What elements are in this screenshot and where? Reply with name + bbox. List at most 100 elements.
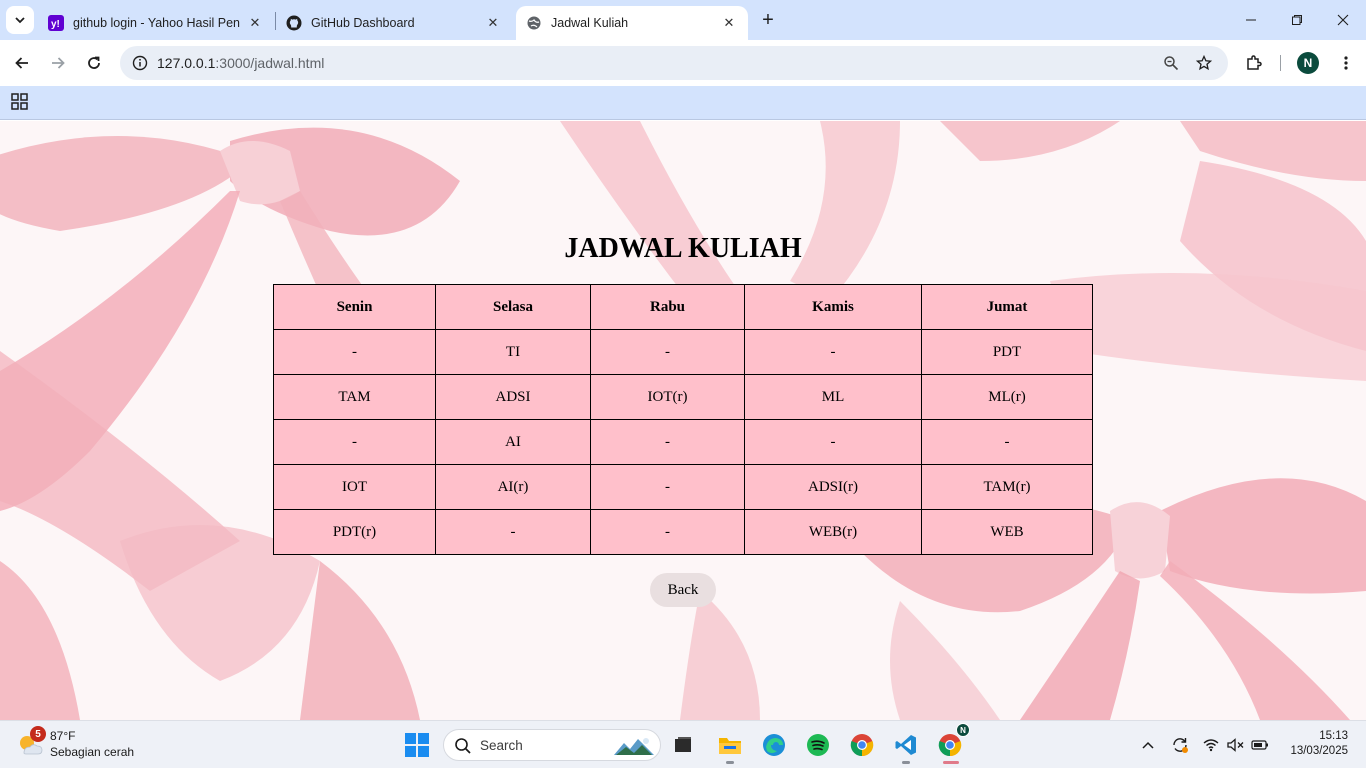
taskbar-search[interactable]: Search	[443, 729, 661, 761]
running-indicator	[902, 761, 910, 764]
running-indicator	[726, 761, 734, 764]
tab-strip: y! github login - Yahoo Hasil Penc ✕ Git…	[0, 0, 1366, 40]
table-cell: WEB	[921, 509, 1093, 555]
table-header-row: Senin Selasa Rabu Kamis Jumat	[273, 284, 1093, 330]
back-arrow-icon[interactable]	[8, 49, 36, 77]
table-cell: ADSI(r)	[744, 464, 922, 510]
chrome-profile-icon[interactable]: N	[934, 723, 970, 764]
tab-title: GitHub Dashboard	[311, 16, 415, 30]
toolbar-divider	[1280, 55, 1281, 71]
table-cell: ADSI	[435, 374, 591, 420]
bookmarks-bar	[0, 86, 1366, 120]
table-row: TAM ADSI IOT(r) ML ML(r)	[273, 374, 1093, 420]
tab-yahoo[interactable]: y! github login - Yahoo Hasil Penc ✕	[38, 6, 274, 40]
search-placeholder: Search	[480, 738, 523, 753]
table-cell: -	[435, 509, 591, 555]
table-cell: PDT(r)	[273, 509, 436, 555]
page-viewport: JADWAL KULIAH Senin Selasa Rabu Kamis Ju…	[0, 121, 1366, 720]
column-header: Rabu	[590, 284, 745, 330]
reload-icon[interactable]	[80, 49, 108, 77]
windows-start-icon[interactable]	[404, 732, 430, 758]
table-cell: TAM(r)	[921, 464, 1093, 510]
tab-title: github login - Yahoo Hasil Penc	[73, 16, 240, 30]
table-cell: IOT(r)	[590, 374, 745, 420]
new-tab-icon[interactable]: +	[756, 8, 780, 32]
wifi-icon[interactable]	[1202, 735, 1220, 755]
edge-icon[interactable]	[758, 729, 790, 761]
table-cell: -	[744, 329, 922, 375]
system-clock[interactable]: 15:13 13/03/2025	[1290, 729, 1348, 759]
close-tab-icon[interactable]: ✕	[246, 14, 264, 32]
profile-avatar[interactable]: N	[1297, 52, 1319, 74]
table-cell: -	[273, 329, 436, 375]
column-header: Senin	[273, 284, 436, 330]
table-cell: -	[590, 464, 745, 510]
vscode-icon[interactable]	[890, 729, 922, 764]
table-cell: WEB(r)	[744, 509, 922, 555]
table-row: - TI - - PDT	[273, 329, 1093, 375]
globe-icon	[526, 15, 542, 31]
zoom-icon[interactable]	[1160, 52, 1182, 74]
tab-search-button[interactable]	[6, 6, 34, 34]
table-cell: -	[744, 419, 922, 465]
weather-widget[interactable]: 5 87°F Sebagian cerah	[16, 726, 176, 763]
active-indicator	[943, 761, 959, 764]
spotify-icon[interactable]	[802, 729, 834, 761]
bookmark-star-icon[interactable]	[1193, 52, 1215, 74]
battery-icon[interactable]	[1250, 735, 1270, 755]
column-header: Selasa	[435, 284, 591, 330]
forward-arrow-icon[interactable]	[44, 49, 72, 77]
table-row: PDT(r) - - WEB(r) WEB	[273, 509, 1093, 555]
notification-badge: 5	[30, 726, 46, 742]
clock-time: 15:13	[1319, 730, 1348, 742]
table-cell: -	[590, 509, 745, 555]
weather-condition: Sebagian cerah	[50, 745, 135, 759]
url-text[interactable]: 127.0.0.1:3000/jadwal.html	[157, 55, 324, 71]
url-path: :3000/jadwal.html	[215, 55, 325, 71]
speaker-muted-icon[interactable]	[1226, 735, 1246, 755]
show-hidden-icons-chevron-icon[interactable]	[1140, 735, 1156, 755]
table-cell: TAM	[273, 374, 436, 420]
close-tab-icon[interactable]: ✕	[720, 14, 738, 32]
column-header: Kamis	[744, 284, 922, 330]
apps-grid-icon[interactable]	[11, 93, 29, 111]
address-bar[interactable]: 127.0.0.1:3000/jadwal.html	[120, 46, 1228, 80]
table-row: - AI - - -	[273, 419, 1093, 465]
table-cell: IOT	[273, 464, 436, 510]
weather-temperature: 87°F	[50, 729, 76, 743]
table-cell: AI	[435, 419, 591, 465]
column-header: Jumat	[921, 284, 1093, 330]
site-info-icon[interactable]	[128, 51, 152, 75]
github-icon	[286, 15, 302, 31]
table-cell: -	[273, 419, 436, 465]
close-window-icon[interactable]	[1320, 0, 1366, 40]
url-host: 127.0.0.1	[157, 55, 216, 71]
file-explorer-icon[interactable]	[714, 729, 746, 764]
table-cell: -	[921, 419, 1093, 465]
minimize-icon[interactable]	[1228, 0, 1274, 40]
task-view-icon[interactable]	[667, 729, 699, 761]
tab-github[interactable]: GitHub Dashboard ✕	[276, 6, 512, 40]
tab-jadwal-kuliah[interactable]: Jadwal Kuliah ✕	[516, 6, 748, 40]
page-title: JADWAL KULIAH	[564, 233, 802, 264]
table-cell: TI	[435, 329, 591, 375]
extensions-puzzle-icon[interactable]	[1240, 49, 1268, 77]
sync-icon[interactable]	[1170, 735, 1190, 755]
svg-text:y!: y!	[51, 19, 60, 29]
chrome-icon[interactable]	[846, 729, 878, 761]
chevron-down-icon	[15, 17, 25, 24]
back-button[interactable]: Back	[650, 573, 716, 607]
search-highlight-icon	[614, 738, 654, 755]
close-tab-icon[interactable]: ✕	[484, 14, 502, 32]
search-icon	[455, 738, 471, 754]
yahoo-icon: y!	[48, 15, 64, 31]
schedule-table: Senin Selasa Rabu Kamis Jumat - TI - - P…	[273, 284, 1093, 555]
table-cell: PDT	[921, 329, 1093, 375]
table-cell: ML	[744, 374, 922, 420]
more-menu-icon[interactable]	[1332, 49, 1360, 77]
table-cell: AI(r)	[435, 464, 591, 510]
table-cell: ML(r)	[921, 374, 1093, 420]
table-cell: -	[590, 329, 745, 375]
restore-icon[interactable]	[1274, 0, 1320, 40]
tab-title: Jadwal Kuliah	[551, 16, 629, 30]
